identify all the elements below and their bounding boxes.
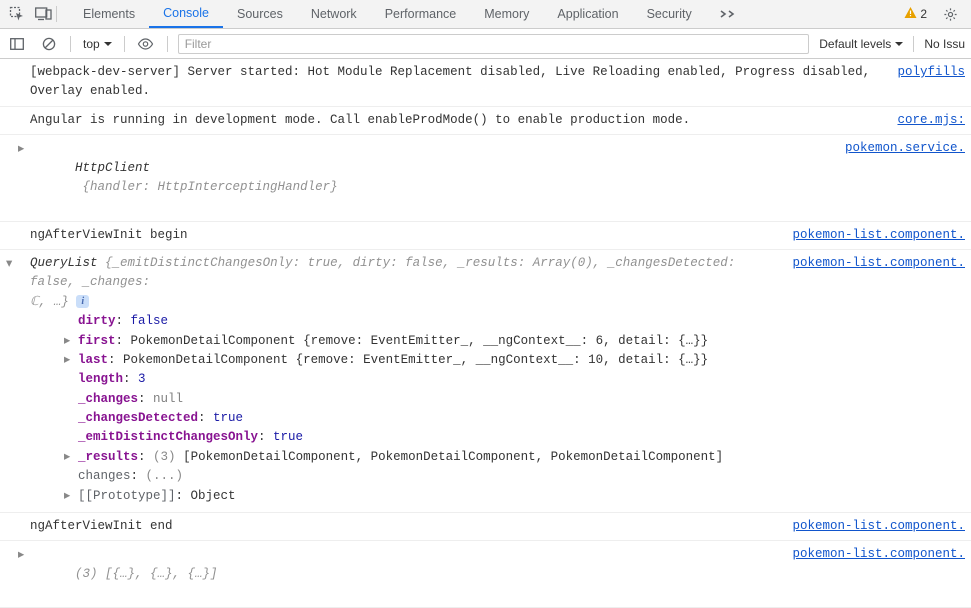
console-output: [webpack-dev-server] Server started: Hot… [0,59,971,608]
devtools-tabbar: Elements Console Sources Network Perform… [0,0,971,29]
log-source-link[interactable]: pokemon-list.component. [780,226,965,245]
divider [124,36,125,52]
log-row-expanded: ▾ QueryList {_emitDistinctChangesOnly: t… [0,250,971,513]
expand-arrow-icon[interactable]: ▸ [64,332,70,351]
expand-arrow-icon[interactable]: ▸ [64,351,70,370]
object-property: _changes: null [78,390,965,409]
log-row: ngAfterViewInit end pokemon-list.compone… [0,513,971,541]
object-property: _changesDetected: true [78,409,965,428]
chevron-down-icon [104,40,112,48]
object-class: HttpClient [75,161,150,175]
object-properties: dirty: false ▸ first: PokemonDetailCompo… [30,312,965,506]
log-message: QueryList {_emitDistinctChangesOnly: tru… [30,254,780,312]
object-property: ▸ first: PokemonDetailComponent {remove:… [78,332,965,351]
log-row: ▸ (3) [{…}, {…}, {…}] pokemon-list.compo… [0,541,971,608]
console-toolbar: top Default levels No Issu [0,29,971,59]
expand-arrow-icon[interactable]: ▸ [64,487,70,506]
inspect-element-icon[interactable] [4,0,30,28]
tab-sources[interactable]: Sources [223,0,297,28]
object-property: ▸ last: PokemonDetailComponent {remove: … [78,351,965,370]
divider [913,36,914,52]
tab-application[interactable]: Application [543,0,632,28]
tabbar-right: 2 [904,0,967,28]
object-property: dirty: false [78,312,965,331]
object-property: changes: (...) [78,467,965,486]
divider [56,6,57,22]
log-source-link[interactable]: pokemon.service. [833,139,965,217]
expand-arrow-icon[interactable]: ▸ [64,448,70,467]
tab-console[interactable]: Console [149,0,223,28]
log-message: HttpClient {handler: HttpInterceptingHan… [30,139,833,217]
log-row: Angular is running in development mode. … [0,107,971,135]
collapse-arrow-icon[interactable]: ▾ [6,255,18,274]
clear-console-icon[interactable] [38,33,60,55]
warning-count[interactable]: 2 [904,6,927,22]
issues-label[interactable]: No Issu [924,37,965,51]
object-property: length: 3 [78,370,965,389]
settings-icon[interactable] [937,0,963,28]
tab-performance[interactable]: Performance [371,0,471,28]
tab-network[interactable]: Network [297,0,371,28]
divider [167,36,168,52]
object-property: ▸ [[Prototype]]: Object [78,487,965,506]
tab-security[interactable]: Security [633,0,706,28]
log-levels-selector[interactable]: Default levels [819,37,903,51]
log-source-link[interactable]: pokemon-list.component. [780,517,965,536]
warning-icon [904,6,917,22]
panel-tabs: Elements Console Sources Network Perform… [69,0,750,28]
object-property: ▸ _results: (3) [PokemonDetailComponent,… [78,448,965,467]
log-message: ngAfterViewInit begin [30,226,780,245]
log-row: [webpack-dev-server] Server started: Hot… [0,59,971,107]
toggle-sidebar-icon[interactable] [6,33,28,55]
log-message: (3) [{…}, {…}, {…}] [30,545,780,603]
divider [70,36,71,52]
log-source-link[interactable]: pokemon-list.component. [780,254,965,312]
context-label: top [83,37,100,51]
tab-elements[interactable]: Elements [69,0,149,28]
tab-overflow[interactable] [706,0,750,28]
log-message: [webpack-dev-server] Server started: Hot… [30,63,885,102]
log-row: ngAfterViewInit begin pokemon-list.compo… [0,222,971,250]
log-row: ▸ HttpClient {handler: HttpInterceptingH… [0,135,971,222]
log-message: Angular is running in development mode. … [30,111,885,130]
filter-input[interactable] [178,34,810,54]
object-class: QueryList [30,256,98,270]
chevron-down-icon [895,40,903,48]
expand-arrow-icon[interactable]: ▸ [18,140,30,159]
log-source-link[interactable]: pokemon-list.component. [780,545,965,603]
log-source-link[interactable]: core.mjs: [885,111,965,130]
expand-arrow-icon[interactable]: ▸ [18,546,30,565]
live-expression-icon[interactable] [135,33,157,55]
context-selector[interactable]: top [81,37,114,51]
object-property: _emitDistinctChangesOnly: true [78,428,965,447]
tab-memory[interactable]: Memory [470,0,543,28]
log-source-link[interactable]: polyfills [885,63,965,102]
device-toolbar-icon[interactable] [30,0,56,28]
warning-count-value: 2 [920,7,927,21]
log-message: ngAfterViewInit end [30,517,780,536]
levels-label: Default levels [819,37,891,51]
info-badge-icon[interactable]: i [76,295,89,308]
